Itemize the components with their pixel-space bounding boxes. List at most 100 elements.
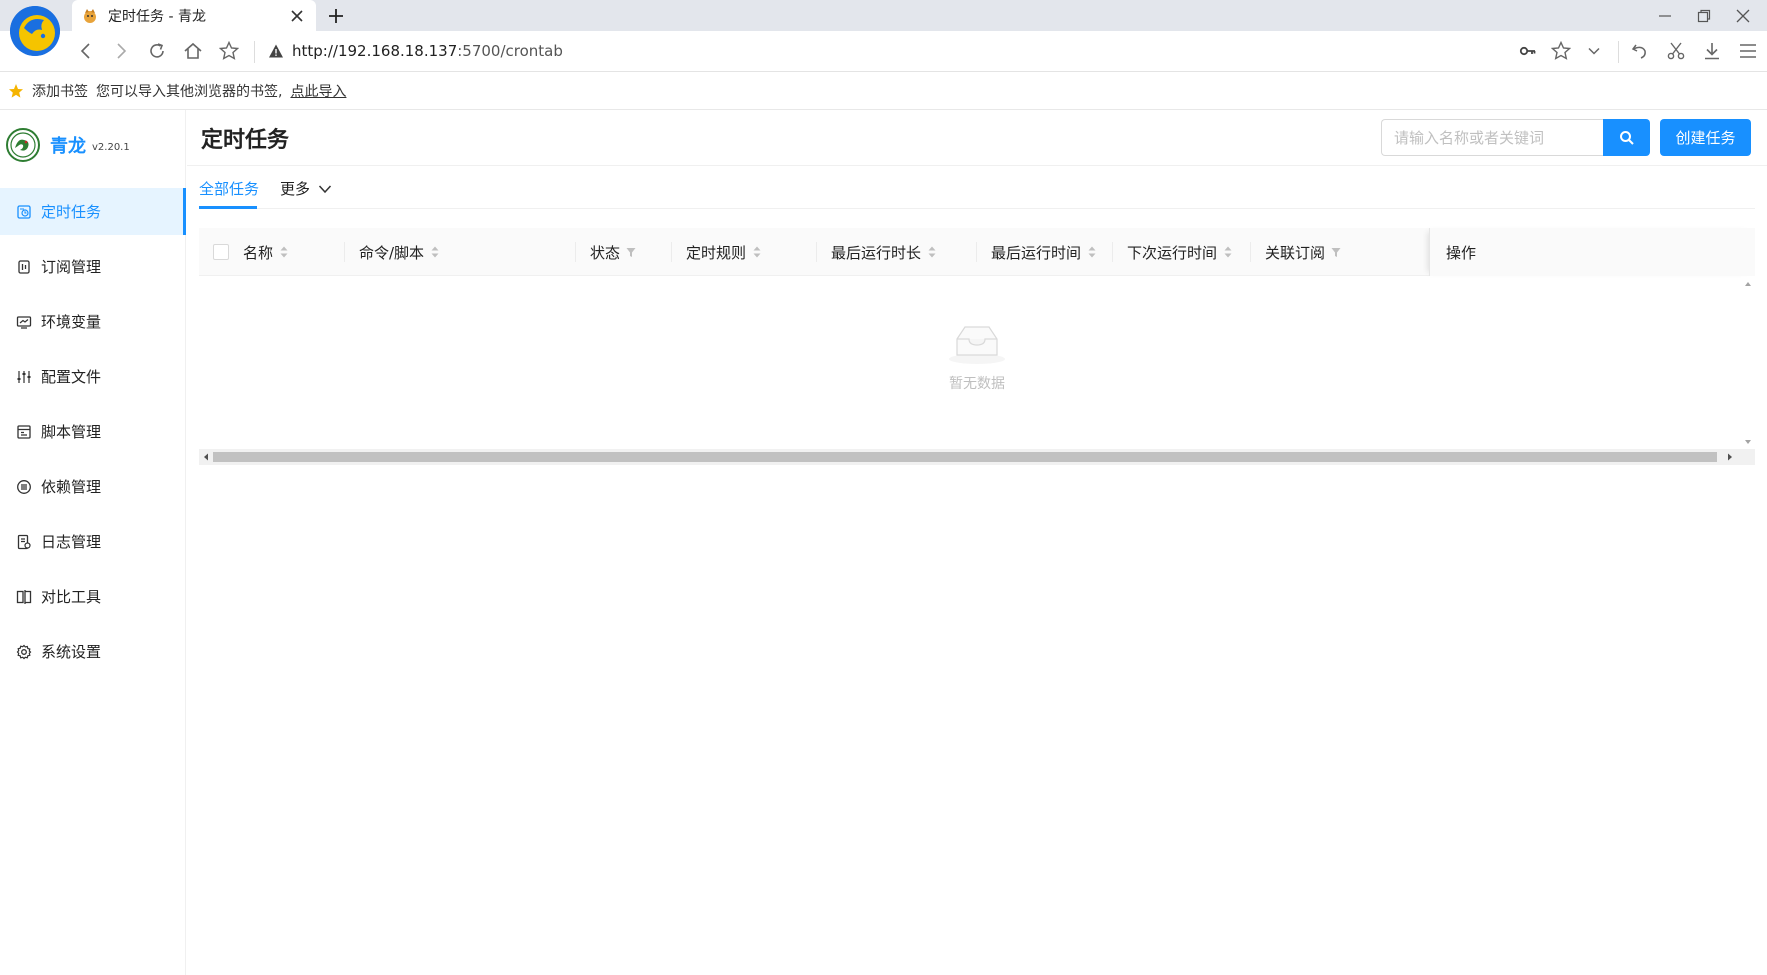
column-name[interactable]: 名称 — [243, 228, 289, 276]
sort-icon — [753, 246, 761, 258]
scroll-up-icon[interactable] — [1741, 277, 1755, 291]
column-label: 命令/脚本 — [359, 243, 425, 262]
brand: 青龙 v2.20.1 — [6, 128, 130, 162]
import-bookmarks-link[interactable]: 点此导入 — [290, 81, 346, 101]
column-label: 下次运行时间 — [1127, 243, 1218, 262]
column-divider — [1112, 242, 1113, 262]
subscribe-icon — [18, 259, 30, 274]
forward-icon[interactable] — [109, 39, 133, 63]
sidebar-item-diff[interactable]: 对比工具 — [0, 573, 186, 620]
new-tab-icon[interactable] — [324, 4, 348, 28]
reload-icon[interactable] — [145, 39, 169, 63]
sort-icon — [1224, 246, 1232, 258]
column-label: 状态 — [590, 243, 621, 262]
bookmark-star-icon[interactable] — [217, 39, 241, 63]
close-window-icon[interactable] — [1731, 4, 1755, 28]
tab-close-icon[interactable] — [286, 5, 308, 27]
not-secure-icon[interactable] — [268, 43, 284, 59]
back-icon[interactable] — [74, 39, 98, 63]
browser-logo-icon[interactable] — [10, 6, 60, 56]
column-next-run[interactable]: 下次运行时间 — [1127, 228, 1233, 276]
key-icon[interactable] — [1516, 39, 1540, 63]
sidebar-item-label: 订阅管理 — [41, 258, 102, 276]
log-icon — [17, 534, 31, 549]
scrollbar-thumb[interactable] — [213, 452, 1717, 462]
chevron-down-icon — [318, 184, 332, 193]
sort-icon — [431, 246, 439, 258]
download-icon[interactable] — [1700, 39, 1724, 63]
bookmark-import-hint: 您可以导入其他浏览器的书签, — [96, 83, 283, 100]
horizontal-scrollbar[interactable] — [199, 449, 1755, 465]
select-all-checkbox[interactable] — [213, 244, 229, 260]
column-divider — [1250, 242, 1251, 262]
column-label: 名称 — [243, 243, 274, 262]
clock-icon — [17, 204, 31, 219]
bookmark-star-filled-icon — [9, 83, 23, 98]
search-icon — [1619, 130, 1634, 145]
sidebar-item-settings[interactable]: 系统设置 — [0, 628, 186, 675]
column-label: 定时规则 — [686, 243, 747, 262]
column-last-run[interactable]: 最后运行时间 — [991, 228, 1097, 276]
script-icon — [17, 424, 31, 439]
sidebar-item-subscription[interactable]: 订阅管理 — [0, 243, 186, 290]
tab-active-indicator — [199, 206, 257, 209]
home-icon[interactable] — [181, 39, 205, 63]
column-subscription[interactable]: 关联订阅 — [1265, 228, 1341, 276]
column-actions: 操作 — [1429, 228, 1755, 276]
tab-more[interactable]: 更多 — [280, 178, 332, 199]
search-input[interactable] — [1381, 119, 1603, 156]
sidebar-item-crontab[interactable]: 定时任务 — [0, 188, 186, 235]
favorite-icon[interactable] — [1549, 39, 1573, 63]
tab-title: 定时任务 - 青龙 — [108, 8, 206, 25]
page-header: 定时任务 创建任务 — [187, 110, 1767, 166]
sidebar-item-logs[interactable]: 日志管理 — [0, 518, 186, 565]
task-tabs: 全部任务 更多 — [199, 167, 1755, 209]
page-title: 定时任务 — [201, 128, 290, 153]
restore-icon[interactable] — [1692, 4, 1716, 28]
empty-text: 暂无数据 — [949, 376, 1005, 392]
menu-hamburger-icon[interactable] — [1736, 39, 1760, 63]
sort-icon — [1088, 246, 1096, 258]
scroll-right-icon[interactable] — [1723, 449, 1737, 465]
sidebar-item-label: 对比工具 — [41, 588, 102, 606]
address-bar[interactable]: http://192.168.18.137:5700/crontab — [292, 42, 563, 60]
column-divider — [671, 242, 672, 262]
column-schedule[interactable]: 定时规则 — [686, 228, 762, 276]
monitor-icon — [16, 315, 32, 329]
browser-tab[interactable]: 定时任务 - 青龙 — [72, 0, 316, 31]
create-task-button[interactable]: 创建任务 — [1660, 119, 1751, 156]
undo-icon[interactable] — [1628, 39, 1652, 63]
scissors-icon[interactable] — [1664, 39, 1688, 63]
column-status[interactable]: 状态 — [590, 228, 636, 276]
search-button[interactable] — [1603, 119, 1650, 156]
sidebar-item-dependencies[interactable]: 依赖管理 — [0, 463, 186, 510]
minimize-icon[interactable] — [1653, 4, 1677, 28]
sort-icon — [928, 246, 936, 258]
add-bookmark-link[interactable]: 添加书签 — [32, 81, 88, 101]
sidebar-item-scripts[interactable]: 脚本管理 — [0, 408, 186, 455]
sidebar-item-label: 日志管理 — [41, 533, 102, 551]
tab-all-tasks[interactable]: 全部任务 — [199, 178, 259, 199]
sidebar-item-env[interactable]: 环境变量 — [0, 298, 186, 345]
column-command[interactable]: 命令/脚本 — [359, 228, 440, 276]
sidebar-menu: 定时任务 订阅管理 环境变量 配置文件 脚本管理 依赖管理 日志管理 对比工具 … — [0, 188, 186, 683]
filter-icon — [626, 248, 636, 257]
sidebar-item-label: 定时任务 — [41, 203, 102, 221]
column-label: 最后运行时长 — [831, 243, 922, 262]
sidebar-item-config[interactable]: 配置文件 — [0, 353, 186, 400]
qinglong-logo-icon — [6, 128, 40, 162]
vertical-scrollbar[interactable] — [1741, 277, 1755, 449]
empty-inbox-icon — [949, 326, 1005, 364]
task-table: 名称 命令/脚本 状态 定时规则 最后运行时长 最后运行时间 下次运行时间 关联… — [199, 228, 1755, 483]
diff-icon — [16, 589, 32, 604]
tab-label: 更多 — [280, 180, 311, 198]
dropdown-chevron-icon[interactable] — [1582, 39, 1606, 63]
brand-name: 青龙 — [50, 136, 86, 157]
sidebar-item-label: 环境变量 — [41, 313, 102, 331]
scroll-left-icon[interactable] — [199, 449, 213, 465]
sort-icon — [280, 246, 288, 258]
column-last-duration[interactable]: 最后运行时长 — [831, 228, 937, 276]
url-path: :5700/crontab — [457, 42, 563, 60]
scroll-down-icon[interactable] — [1741, 435, 1755, 449]
tab-label: 全部任务 — [199, 180, 260, 198]
